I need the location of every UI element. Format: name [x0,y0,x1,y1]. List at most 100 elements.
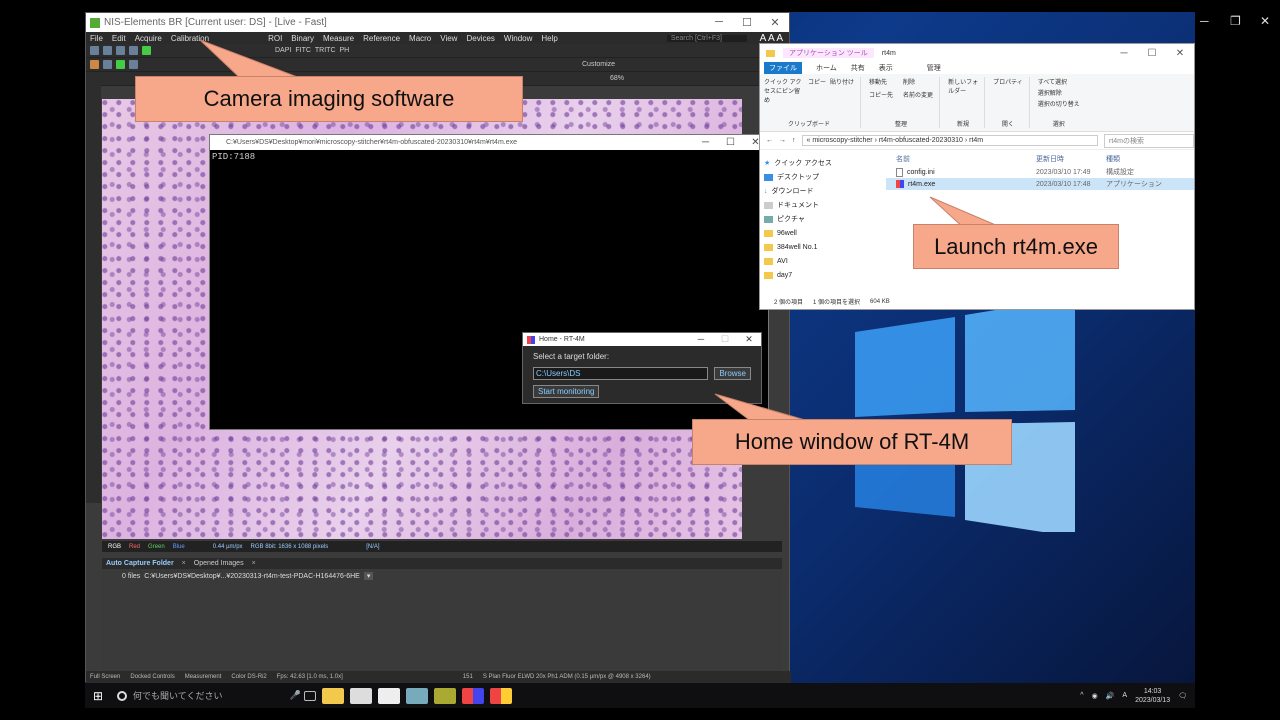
minimize-button[interactable]: ─ [1110,48,1138,59]
close-button[interactable]: ✕ [737,334,761,345]
notification-icon[interactable]: 🗨 [1178,692,1187,700]
open-icon[interactable] [90,46,99,55]
save-icon[interactable] [103,46,112,55]
tab-share[interactable]: 共有 [851,63,865,73]
rt4m-taskbar-icon[interactable] [462,687,484,704]
mic-icon[interactable]: 🎤 [290,690,301,701]
minimize-button[interactable]: ─ [705,16,733,29]
tool-icon[interactable] [103,60,112,69]
tool-icon[interactable] [90,60,99,69]
minimize-icon[interactable]: ─ [1200,14,1209,28]
select-none-button[interactable]: 選択解除 [1038,88,1080,97]
clock[interactable]: 14:03 2023/03/13 [1135,687,1170,705]
column-date[interactable]: 更新日時 [1036,154,1106,164]
rename-button[interactable]: 名前の変更 [903,90,933,99]
tab-auto-capture-folder[interactable]: Auto Capture Folder [106,560,174,567]
tab-file[interactable]: ファイル [764,62,802,74]
tool-icon[interactable] [129,60,138,69]
rt4m-taskbar-icon[interactable] [490,687,512,704]
menu-measure[interactable]: Measure [323,34,354,43]
chevron-down-icon[interactable]: ▾ [363,572,374,580]
task-view-icon[interactable] [304,690,316,701]
mail-taskbar-icon[interactable] [378,687,400,704]
file-row[interactable]: rt4m.exe 2023/03/10 17:48 アプリケーション [886,178,1194,190]
delete-button[interactable]: 削除 [903,77,933,86]
copy-to-button[interactable]: コピー先 [869,90,899,99]
channel-green[interactable]: Green [148,544,165,550]
bottom-measurement[interactable]: Measurement [185,674,222,680]
nav-item-downloads[interactable]: ↓ ダウンロード [764,184,876,198]
maximize-button[interactable]: ☐ [733,16,761,29]
bottom-docked-controls[interactable]: Docked Controls [130,674,174,680]
restore-icon[interactable]: ❐ [1230,14,1241,28]
menu-window[interactable]: Window [504,34,532,43]
customize-button[interactable]: Customize [582,61,615,68]
tab-manage[interactable]: 管理 [927,63,941,73]
filter-ph[interactable]: PH [340,47,350,54]
new-folder-button[interactable]: 新しいフォルダー [948,77,978,95]
menu-file[interactable]: File [90,34,103,43]
bottom-full-screen[interactable]: Full Screen [90,674,120,680]
search-input[interactable]: Search [Ctrl+F3] [666,34,747,42]
nav-item-384well[interactable]: 384well No.1 [764,240,876,254]
nis-taskbar-icon[interactable] [434,687,456,704]
nav-item-quick-access[interactable]: ★ クイック アクセス [764,156,876,170]
tool-icon[interactable] [116,60,125,69]
channel-rgb[interactable]: RGB [108,544,121,550]
column-type[interactable]: 種類 [1106,154,1176,164]
forward-icon[interactable]: → [779,137,786,144]
move-to-button[interactable]: 移動先 [869,77,899,86]
target-folder-input[interactable] [533,367,709,380]
menu-macro[interactable]: Macro [409,34,431,43]
pin-button[interactable]: クイック アクセスにピン留め [764,77,804,104]
breadcrumb[interactable]: « microscopy-stitcher › rt4m-obfuscated-… [801,135,1098,146]
nav-item-documents[interactable]: ドキュメント [764,198,876,212]
copy-button[interactable]: コピー [808,77,826,104]
cortana-search[interactable]: 何でも聞いてください 🎤 [111,689,301,702]
volume-icon[interactable]: 🔊 [1106,692,1115,700]
nav-item-96well[interactable]: 96well [764,226,876,240]
nav-item-pictures[interactable]: ピクチャ [764,212,876,226]
network-icon[interactable]: ◉ [1092,692,1098,700]
close-icon[interactable]: ✕ [1260,14,1270,28]
column-name[interactable]: 名前 [886,154,1036,164]
undo-icon[interactable] [116,46,125,55]
menu-view[interactable]: View [440,34,457,43]
menu-acquire[interactable]: Acquire [135,34,162,43]
minimize-button[interactable]: ─ [689,334,713,345]
maximize-button[interactable]: ☐ [718,137,743,148]
close-button[interactable]: ✕ [1166,48,1194,59]
minimize-button[interactable]: ─ [693,137,718,148]
start-monitoring-button[interactable]: Start monitoring [533,385,600,398]
zoom-level[interactable]: 68% [610,75,624,82]
capture-folder-path[interactable]: C:¥Users¥DS¥Desktop¥...¥20230313-rt4m-te… [144,573,360,580]
back-icon[interactable]: ← [766,137,773,144]
paste-button[interactable]: 貼り付け [830,77,854,104]
ime-icon[interactable]: A [1122,692,1127,699]
tab-home[interactable]: ホーム [816,63,837,73]
file-row[interactable]: config.ini 2023/03/10 17:49 構成設定 [886,166,1194,178]
up-icon[interactable]: ↑ [792,137,796,144]
channel-red[interactable]: Red [129,544,140,550]
tab-view[interactable]: 表示 [879,63,893,73]
maximize-button[interactable]: ☐ [713,334,737,345]
app-taskbar-icon[interactable] [406,687,428,704]
properties-button[interactable]: プロパティ [993,77,1023,86]
windows-start-icon[interactable]: ⊞ [85,689,111,703]
live-icon[interactable] [142,46,151,55]
nav-item-desktop[interactable]: デスクトップ [764,170,876,184]
channel-blue[interactable]: Blue [173,544,185,550]
browse-button[interactable]: Browse [714,367,751,380]
tab-opened-images[interactable]: Opened Images [194,560,244,567]
nav-item-avi[interactable]: AVI [764,254,876,268]
search-input[interactable]: rt4mの検索 [1104,133,1194,148]
close-button[interactable]: ✕ [761,16,789,29]
menu-devices[interactable]: Devices [466,34,494,43]
menu-edit[interactable]: Edit [112,34,126,43]
redo-icon[interactable] [129,46,138,55]
invert-selection-button[interactable]: 選択の切り替え [1038,99,1080,108]
chevron-up-icon[interactable]: ^ [1080,692,1083,699]
font-size-icon[interactable]: A A A [760,33,789,44]
explorer-taskbar-icon[interactable] [322,687,344,704]
menu-reference[interactable]: Reference [363,34,400,43]
